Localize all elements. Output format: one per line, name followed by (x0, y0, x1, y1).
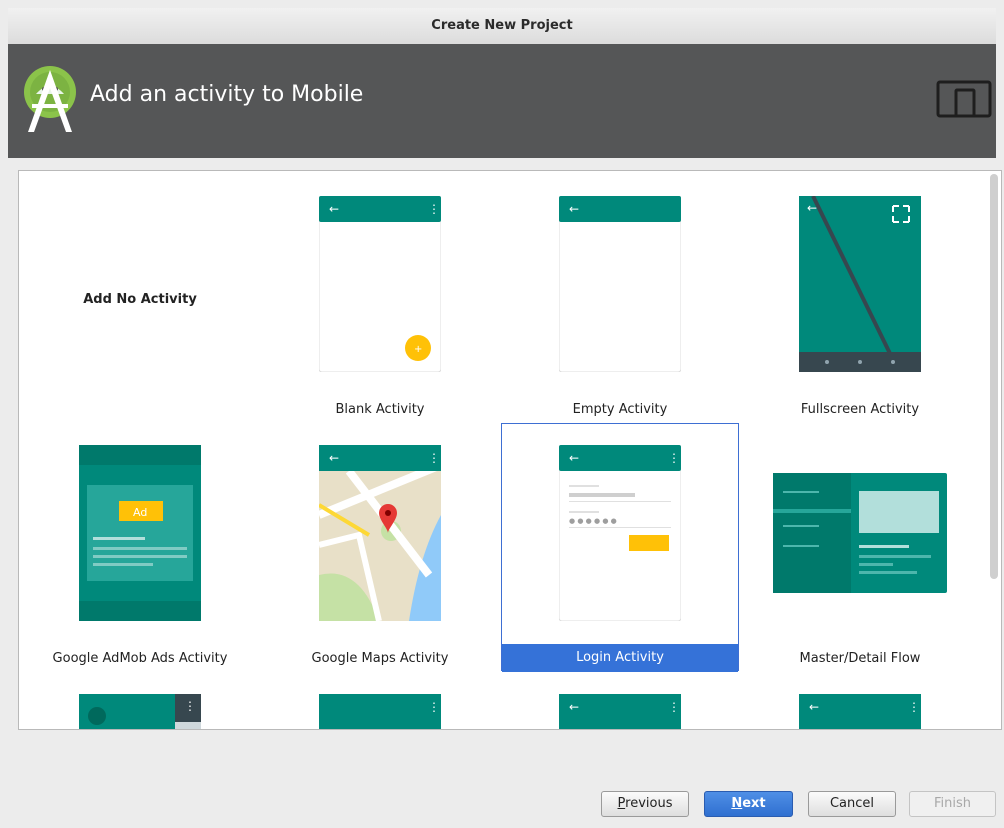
device-form-factor-icon (936, 80, 992, 118)
partial-thumbnail-3: ← ⋮ (559, 694, 681, 729)
svg-text:⋮: ⋮ (428, 202, 440, 216)
svg-text:● ● ● ● ● ●: ● ● ● ● ● ● (569, 517, 617, 525)
blank-activity-thumbnail: ← ⋮ + (319, 196, 441, 372)
next-label: ext (742, 796, 766, 811)
svg-text:←: ← (569, 202, 579, 216)
template-partial-2[interactable]: ⋮ (261, 672, 499, 729)
svg-text:←: ← (569, 451, 579, 465)
gallery-scrollbar[interactable] (990, 174, 998, 579)
login-activity-thumbnail: ← ⋮ ● ● ● ● ● ● (559, 445, 681, 621)
partial-thumbnail-2: ⋮ (319, 694, 441, 729)
svg-text:←: ← (809, 700, 819, 714)
template-label: Empty Activity (572, 402, 668, 417)
svg-text:⋮: ⋮ (428, 700, 440, 714)
svg-text:←: ← (329, 451, 339, 465)
template-partial-1[interactable]: ⋮ (21, 672, 259, 729)
template-label: Add No Activity (83, 292, 197, 307)
svg-text:⋮: ⋮ (428, 451, 440, 465)
template-master-detail-flow[interactable]: Master/Detail Flow (741, 423, 979, 671)
svg-text:⋮: ⋮ (908, 700, 920, 714)
template-google-maps-activity[interactable]: ← ⋮ Google Maps Activity (261, 423, 499, 671)
finish-label: Finish (933, 796, 971, 811)
admob-activity-thumbnail: Ad (79, 445, 201, 621)
android-studio-logo (24, 66, 76, 132)
previous-button[interactable]: Previous (601, 791, 689, 817)
svg-text:+: + (414, 344, 422, 355)
template-login-activity[interactable]: ← ⋮ ● ● ● ● ● ● Login Activity (501, 423, 739, 672)
wizard-header: Add an activity to Mobile (8, 44, 996, 158)
template-partial-3[interactable]: ← ⋮ (501, 672, 739, 729)
svg-text:⋮: ⋮ (184, 699, 196, 713)
empty-activity-thumbnail: ← (559, 196, 681, 372)
template-label: Google Maps Activity (311, 651, 449, 666)
previous-label: revious (625, 796, 673, 811)
cancel-button[interactable]: Cancel (808, 791, 896, 817)
partial-thumbnail-1: ⋮ (79, 694, 201, 729)
template-fullscreen-activity[interactable]: ← Fullscreen Activity (741, 174, 979, 422)
svg-text:←: ← (807, 201, 817, 215)
svg-text:⋮: ⋮ (668, 451, 680, 465)
fullscreen-activity-thumbnail: ← (799, 196, 921, 372)
svg-text:⋮: ⋮ (668, 700, 680, 714)
template-label: Login Activity (502, 644, 738, 672)
svg-text:←: ← (569, 700, 579, 714)
finish-button: Finish (909, 791, 996, 817)
header-title: Add an activity to Mobile (90, 82, 364, 107)
template-label: Blank Activity (335, 402, 425, 417)
window-title: Create New Project (431, 18, 573, 33)
template-admob-ads-activity[interactable]: Ad Google AdMob Ads Activity (21, 423, 259, 671)
next-button[interactable]: Next (704, 791, 793, 817)
template-partial-4[interactable]: ← ⋮ (741, 672, 979, 729)
template-label: Master/Detail Flow (799, 651, 921, 666)
partial-thumbnail-4: ← ⋮ (799, 694, 921, 729)
template-label: Fullscreen Activity (800, 402, 920, 417)
template-label: Google AdMob Ads Activity (52, 651, 228, 666)
master-detail-thumbnail (773, 473, 947, 593)
template-empty-activity[interactable]: ← Empty Activity (501, 174, 739, 422)
svg-text:←: ← (329, 202, 339, 216)
maps-activity-thumbnail: ← ⋮ (319, 445, 441, 621)
svg-text:Ad: Ad (133, 506, 147, 519)
template-add-no-activity[interactable]: Add No Activity (21, 174, 259, 422)
next-mnemonic: N (731, 796, 743, 811)
cancel-label: Cancel (829, 796, 875, 811)
template-blank-activity[interactable]: ← ⋮ + Blank Activity (261, 174, 499, 422)
previous-mnemonic: P (617, 796, 626, 811)
template-gallery[interactable]: Add No Activity ← ⋮ + Blank Activity ← E… (18, 170, 1002, 730)
window-title-bar: Create New Project (8, 8, 996, 45)
